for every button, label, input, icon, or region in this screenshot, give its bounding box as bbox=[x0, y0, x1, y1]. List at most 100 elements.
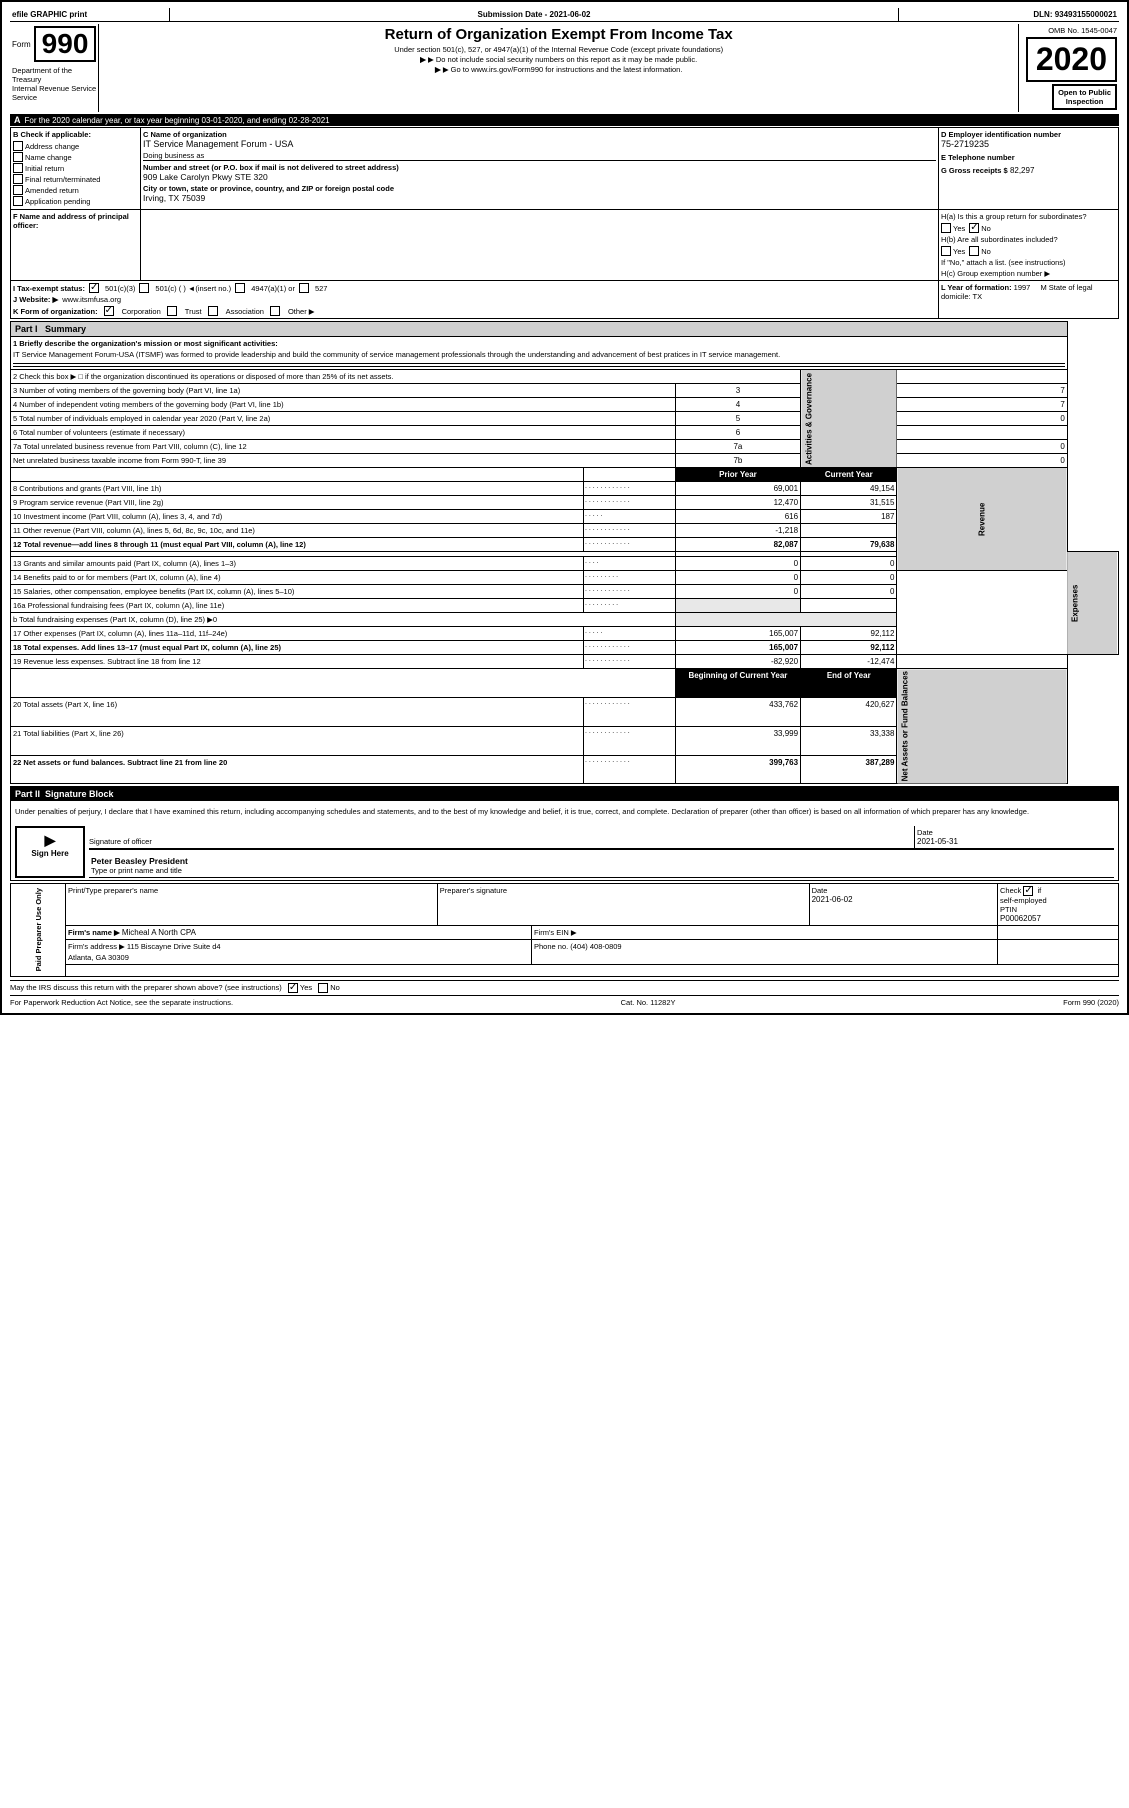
org-name: IT Service Management Forum - USA bbox=[143, 139, 936, 149]
line6-label: 6 Total number of volunteers (estimate i… bbox=[11, 426, 676, 440]
line15-prior: 0 bbox=[675, 585, 800, 599]
line17-prior: 165,007 bbox=[675, 627, 800, 641]
i-label: I Tax-exempt status: bbox=[13, 284, 85, 293]
officer-name: Peter Beasley President bbox=[91, 856, 1112, 866]
line3-num: 3 bbox=[675, 384, 800, 398]
part1-header: Part I bbox=[15, 324, 38, 334]
activities-governance-label: Activities & Governance bbox=[801, 370, 897, 468]
part2-header: Part II Signature Block bbox=[11, 787, 1118, 801]
line13-current: 0 bbox=[801, 557, 897, 571]
phone-value: (404) 408-0809 bbox=[570, 942, 621, 951]
line6-num: 6 bbox=[675, 426, 800, 440]
line15-label: 15 Salaries, other compensation, employe… bbox=[11, 585, 584, 599]
preparer-sig-label: Preparer's signature bbox=[440, 886, 807, 895]
line21-label: 21 Total liabilities (Part X, line 26) bbox=[11, 726, 584, 755]
line1-value: IT Service Management Forum-USA (ITSMF) … bbox=[13, 350, 1065, 359]
line8-label: 8 Contributions and grants (Part VIII, l… bbox=[11, 482, 584, 496]
line8-current: 49,154 bbox=[801, 482, 897, 496]
amended-return-check: Amended return bbox=[13, 185, 138, 195]
line5-num: 5 bbox=[675, 412, 800, 426]
line11-label: 11 Other revenue (Part VIII, column (A),… bbox=[11, 524, 584, 538]
footer: May the IRS discuss this return with the… bbox=[10, 980, 1119, 993]
line15-current: 0 bbox=[801, 585, 897, 599]
line13-label: 13 Grants and similar amounts paid (Part… bbox=[11, 557, 584, 571]
line9-current: 31,515 bbox=[801, 496, 897, 510]
check-if: if bbox=[1037, 886, 1041, 895]
line3-label: 3 Number of voting members of the govern… bbox=[11, 384, 676, 398]
line4-num: 4 bbox=[675, 398, 800, 412]
current-year-header: Current Year bbox=[801, 468, 897, 482]
line20-label: 20 Total assets (Part X, line 16) bbox=[11, 697, 584, 726]
may-irs-text: May the IRS discuss this return with the… bbox=[10, 983, 282, 992]
check-label: Check bbox=[1000, 886, 1021, 895]
k-label: K Form of organization: bbox=[13, 307, 98, 316]
date-label: Date bbox=[917, 828, 1112, 837]
ptin-value: P00062057 bbox=[1000, 914, 1116, 923]
application-pending-check: Application pending bbox=[13, 196, 138, 206]
name-title-label: Type or print name and title bbox=[91, 866, 1112, 875]
b-label: B Check if applicable: bbox=[13, 130, 138, 139]
h-c-label: H(c) Group exemption number ▶ bbox=[941, 269, 1116, 278]
k-trust: Trust bbox=[185, 307, 202, 316]
paid-preparer-section: Paid Preparer Use Only Print/Type prepar… bbox=[10, 883, 1119, 976]
line16a-label: 16a Professional fundraising fees (Part … bbox=[11, 599, 584, 613]
line7b-value: 0 bbox=[897, 454, 1067, 468]
g-value: 82,297 bbox=[1010, 166, 1034, 175]
d-label: D Employer identification number bbox=[941, 130, 1116, 139]
date-value: 2021-05-31 bbox=[917, 837, 1112, 846]
f-label: F Name and address of principal officer: bbox=[13, 212, 138, 230]
form-990-page: efile GRAPHIC print Submission Date - 20… bbox=[0, 0, 1129, 1015]
line6-value bbox=[897, 426, 1067, 440]
net-assets-label: Net Assets or Fund Balances bbox=[897, 669, 1067, 784]
line19-prior: -82,920 bbox=[675, 655, 800, 669]
section-a-header: AFor the 2020 calendar year, or tax year… bbox=[10, 114, 1119, 126]
line12-label: 12 Total revenue—add lines 8 through 11 … bbox=[11, 538, 584, 552]
line14-label: 14 Benefits paid to or for members (Part… bbox=[11, 571, 584, 585]
line21-eoy: 33,338 bbox=[801, 726, 897, 755]
revenue-label: Revenue bbox=[897, 468, 1067, 571]
form-number: 990 bbox=[34, 26, 97, 62]
line13-prior: 0 bbox=[675, 557, 800, 571]
initial-return-check: Initial return bbox=[13, 163, 138, 173]
part2-declaration: Under penalties of perjury, I declare th… bbox=[11, 805, 1118, 818]
part1-table: Part I Summary 1 Briefly describe the or… bbox=[10, 321, 1119, 784]
submission-date: Submission Date - 2021-06-02 bbox=[170, 8, 899, 21]
internal-revenue: Internal Revenue Service bbox=[12, 84, 96, 93]
line18-current: 92,112 bbox=[801, 641, 897, 655]
line9-label: 9 Program service revenue (Part VIII, li… bbox=[11, 496, 584, 510]
dba-label: Doing business as bbox=[143, 151, 936, 161]
line11-current bbox=[801, 524, 897, 538]
signature-label: Signature of officer bbox=[89, 837, 914, 846]
form-label-footer: Form 990 (2020) bbox=[1063, 998, 1119, 1007]
cat-no: Cat. No. 11282Y bbox=[621, 998, 676, 1007]
expenses-label: Expenses bbox=[1067, 552, 1118, 655]
line9-prior: 12,470 bbox=[675, 496, 800, 510]
k-other: Other ▶ bbox=[288, 307, 315, 316]
dept-name: Department of the Treasury bbox=[12, 66, 96, 84]
line16a-prior bbox=[675, 599, 800, 613]
subtitle1: Under section 501(c), 527, or 4947(a)(1)… bbox=[105, 45, 1012, 54]
line22-boc: 399,763 bbox=[675, 755, 800, 784]
line8-prior: 69,001 bbox=[675, 482, 800, 496]
prior-year-header: Prior Year bbox=[675, 468, 800, 482]
form-label: Form bbox=[12, 40, 31, 49]
form-title: Return of Organization Exempt From Incom… bbox=[105, 26, 1012, 43]
ptin-label: PTIN bbox=[1000, 905, 1116, 914]
address-label: Number and street (or P.O. box if mail i… bbox=[143, 163, 936, 172]
line21-boc: 33,999 bbox=[675, 726, 800, 755]
line7b-label: Net unrelated business taxable income fr… bbox=[11, 454, 676, 468]
preparer-name-label: Print/Type preparer's name bbox=[68, 886, 435, 895]
k-association: Association bbox=[226, 307, 264, 316]
c-label: C Name of organization bbox=[143, 130, 936, 139]
paid-preparer-label: Paid Preparer Use Only bbox=[11, 884, 66, 975]
m-value: TX bbox=[973, 292, 983, 301]
line14-prior: 0 bbox=[675, 571, 800, 585]
final-return-check: Final return/terminated bbox=[13, 174, 138, 184]
line17-current: 92,112 bbox=[801, 627, 897, 641]
line4-value: 7 bbox=[897, 398, 1067, 412]
line5-label: 5 Total number of individuals employed i… bbox=[11, 412, 676, 426]
part1-title: Summary bbox=[45, 324, 86, 334]
line20-eoy: 420,627 bbox=[801, 697, 897, 726]
line14-current: 0 bbox=[801, 571, 897, 585]
paperwork-text: For Paperwork Reduction Act Notice, see … bbox=[10, 998, 233, 1007]
